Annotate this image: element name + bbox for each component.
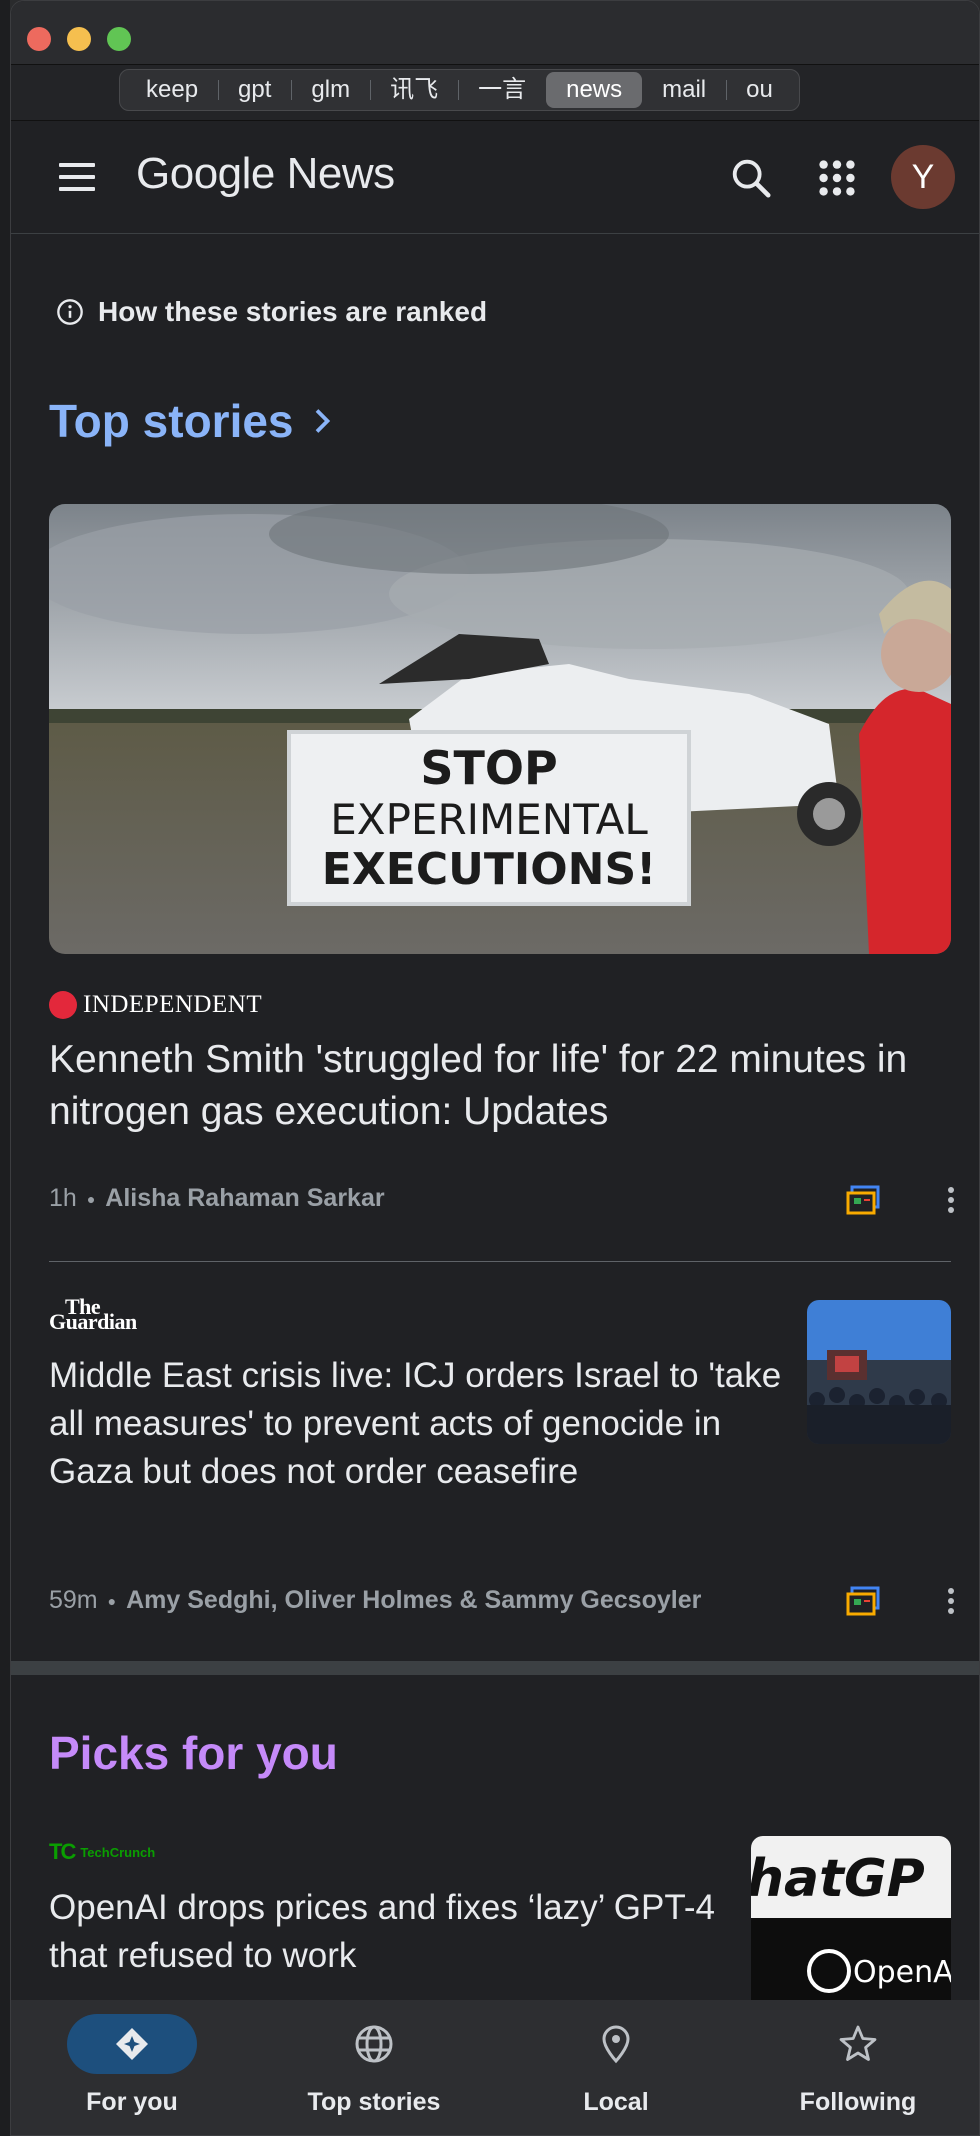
meta-separator: ● — [107, 1592, 117, 1609]
techcrunch-source-name: TechCrunch — [80, 1844, 156, 1860]
picks-heading: Picks for you — [49, 1726, 338, 1780]
article-meta: 1h ● Alisha Rahaman Sarkar — [49, 1184, 385, 1213]
tab-mail[interactable]: mail — [642, 72, 726, 108]
article-headline[interactable]: OpenAI drops prices and fixes ‘lazy’ GPT… — [49, 1884, 749, 1980]
nav-label: Top stories — [307, 2088, 441, 2116]
article-author[interactable]: Alisha Rahaman Sarkar — [105, 1184, 384, 1213]
article-headline[interactable]: Kenneth Smith 'struggled for life' for 2… — [49, 1034, 959, 1138]
article-time: 1h — [49, 1184, 77, 1212]
logo-google-text: Google — [136, 149, 275, 198]
article-time: 59m — [49, 1586, 98, 1614]
tab-glm[interactable]: glm — [291, 72, 370, 108]
guardian-source-logo[interactable]: The Guardian — [49, 1296, 137, 1334]
picks-title: Picks for you — [49, 1727, 338, 1779]
main-feed: How these stories are ranked Top stories — [11, 234, 979, 2000]
apps-grid-icon[interactable] — [814, 155, 860, 201]
nav-pill — [309, 2014, 439, 2074]
search-icon[interactable] — [728, 155, 774, 201]
tab-gpt[interactable]: gpt — [218, 72, 291, 108]
article-thumbnail[interactable] — [807, 1300, 951, 1444]
app-header: Google News Y — [11, 121, 979, 234]
nav-pill — [551, 2014, 681, 2074]
bottom-navigation: For you Top stories Local Following — [11, 2000, 979, 2135]
meta-separator: ● — [86, 1190, 96, 1207]
techcrunch-mark: TC — [49, 1839, 76, 1864]
maximize-window-button[interactable] — [107, 27, 131, 51]
nav-label: Following — [799, 2088, 917, 2116]
tab-ou[interactable]: ou — [726, 72, 793, 108]
top-stories-title: Top stories — [49, 395, 294, 447]
account-avatar[interactable]: Y — [891, 145, 955, 209]
nav-pill — [793, 2014, 923, 2074]
tab-keep[interactable]: keep — [126, 72, 218, 108]
tab-strip: keep gpt glm 讯飞 一言 news mail ou — [11, 65, 979, 121]
info-icon — [57, 299, 83, 325]
article-divider — [49, 1261, 951, 1262]
desktop-background — [0, 0, 10, 2136]
section-divider — [11, 1661, 979, 1675]
menu-icon[interactable] — [59, 163, 99, 193]
more-options-icon[interactable] — [945, 1185, 957, 1215]
ranking-info-label: How these stories are ranked — [98, 296, 488, 327]
full-coverage-icon[interactable] — [846, 1185, 880, 1215]
independent-source-name: INDEPENDENT — [83, 991, 263, 1018]
tab-news[interactable]: news — [546, 72, 643, 108]
location-pin-icon — [602, 2025, 630, 2064]
close-window-button[interactable] — [27, 27, 51, 51]
globe-icon — [355, 2025, 393, 2063]
guardian-line-2: Guardian — [49, 1309, 137, 1334]
sign-line-1: STOP — [420, 741, 557, 795]
thumb-chatgpt-text: hatGP — [751, 1849, 925, 1909]
browser-window: keep gpt glm 讯飞 一言 news mail ou Google N… — [10, 0, 980, 2136]
nav-local[interactable]: Local — [495, 2000, 737, 2135]
tab-xunfei[interactable]: 讯飞 — [370, 72, 458, 108]
chevron-right-icon — [315, 409, 330, 433]
hero-article-image[interactable]: STOP EXPERIMENTAL EXECUTIONS! — [49, 504, 951, 954]
google-news-logo[interactable]: Google News — [136, 149, 395, 199]
techcrunch-source-logo[interactable]: TC TechCrunch — [49, 1839, 155, 1865]
ranking-info-link[interactable]: How these stories are ranked — [56, 296, 487, 328]
nav-top-stories[interactable]: Top stories — [253, 2000, 495, 2135]
nav-label: For you — [86, 2088, 178, 2116]
logo-news-text: News — [286, 149, 396, 198]
nav-for-you[interactable]: For you — [11, 2000, 253, 2135]
tab-yiyan[interactable]: 一言 — [458, 72, 546, 108]
article-headline[interactable]: Middle East crisis live: ICJ orders Isra… — [49, 1352, 809, 1496]
nav-following[interactable]: Following — [737, 2000, 979, 2135]
sign-line-2: EXPERIMENTAL — [330, 795, 648, 844]
for-you-icon — [116, 2028, 148, 2060]
article-author[interactable]: Amy Sedghi, Oliver Holmes & Sammy Gecsoy… — [126, 1586, 701, 1615]
independent-source-logo[interactable]: INDEPENDENT — [49, 991, 262, 1019]
star-icon — [839, 2025, 877, 2061]
thumb-openai-text: OpenAI — [853, 1955, 951, 1990]
full-coverage-icon[interactable] — [846, 1586, 880, 1616]
top-stories-heading[interactable]: Top stories — [49, 394, 334, 448]
sign-line-3: EXECUTIONS! — [322, 844, 656, 895]
nav-label: Local — [583, 2088, 649, 2116]
window-titlebar — [11, 1, 979, 65]
article-thumbnail[interactable]: hatGP OpenAI — [751, 1836, 951, 2000]
more-options-icon[interactable] — [945, 1586, 957, 1616]
independent-eagle-icon — [49, 991, 77, 1019]
nav-active-pill — [67, 2014, 197, 2074]
article-meta: 59m ● Amy Sedghi, Oliver Holmes & Sammy … — [49, 1586, 701, 1615]
tab-group: keep gpt glm 讯飞 一言 news mail ou — [119, 69, 800, 111]
minimize-window-button[interactable] — [67, 27, 91, 51]
